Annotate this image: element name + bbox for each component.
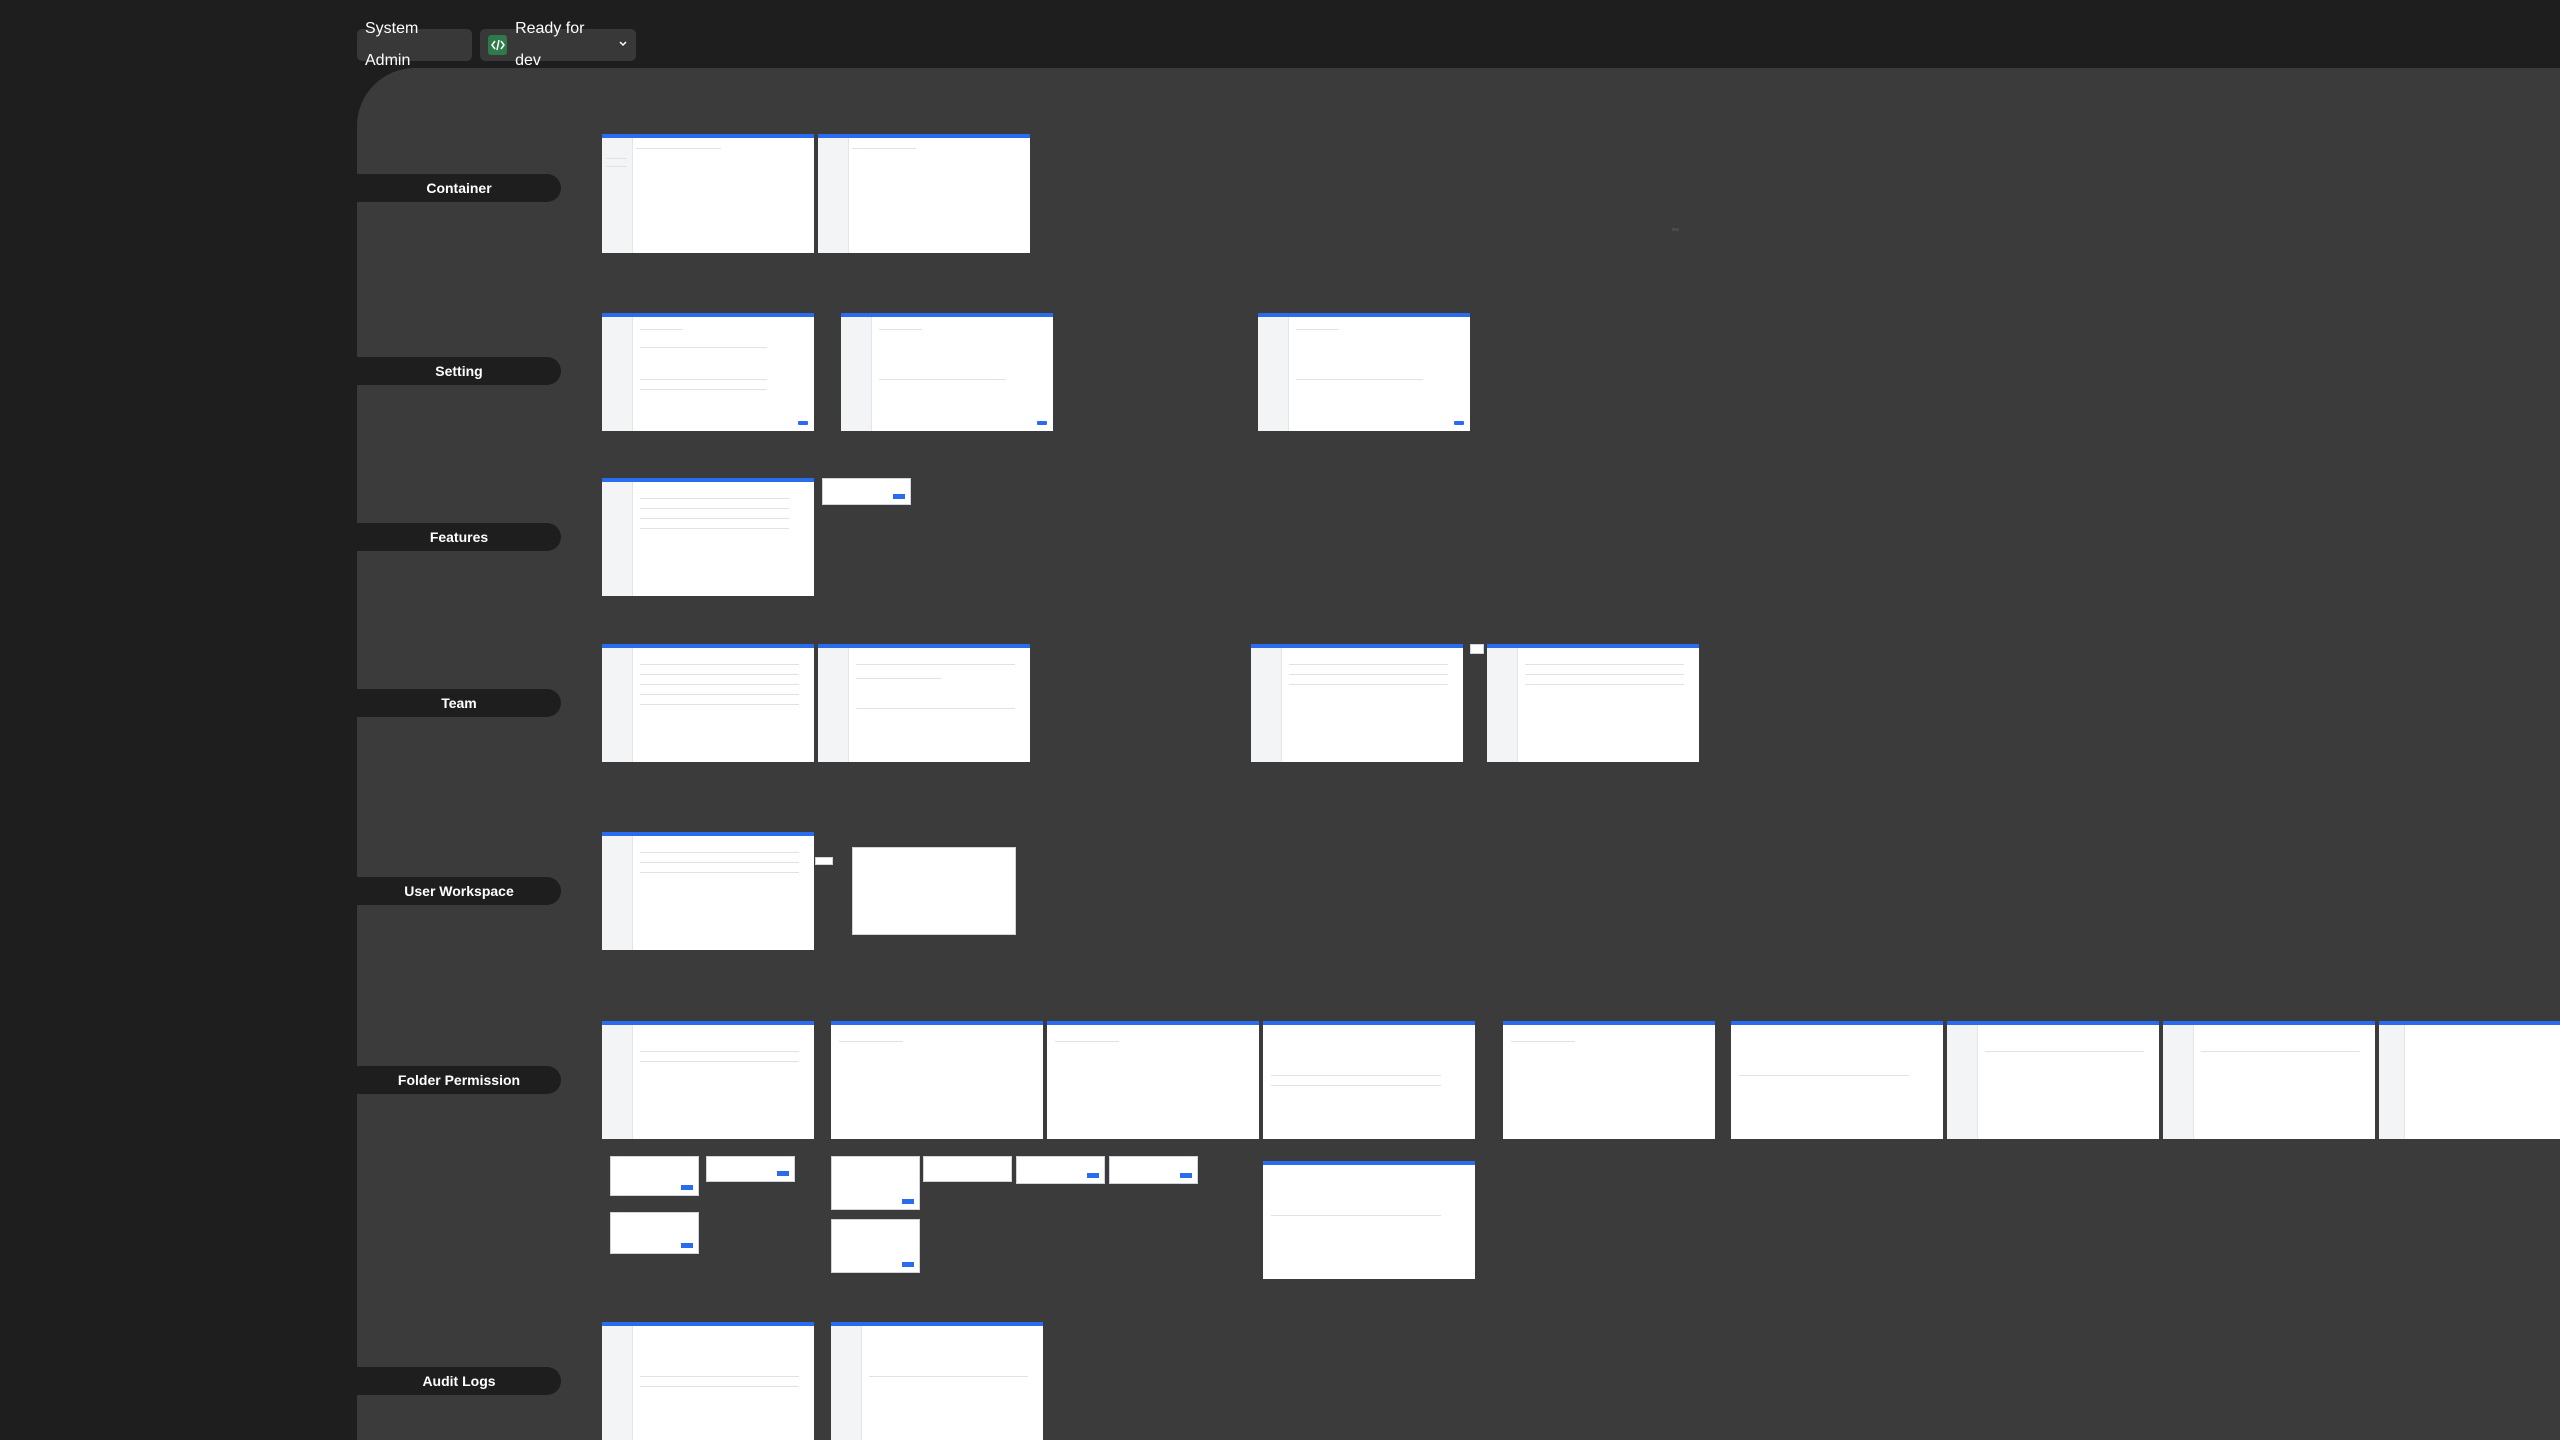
section-label-user-workspace[interactable]: User Workspace	[357, 877, 561, 905]
code-icon	[488, 35, 508, 55]
frame-thumbnail[interactable]	[818, 134, 1030, 253]
frame-thumbnail[interactable]	[602, 832, 814, 950]
frame-thumbnail[interactable]	[818, 644, 1030, 762]
dialog-thumbnail[interactable]	[815, 857, 833, 865]
chevron-down-icon	[618, 29, 628, 61]
frame-thumbnail[interactable]	[1047, 1021, 1259, 1139]
frame-thumbnail[interactable]	[602, 1021, 814, 1139]
dialog-thumbnail[interactable]	[706, 1156, 795, 1182]
frame-thumbnail[interactable]	[2379, 1021, 2560, 1139]
section-label-team[interactable]: Team	[357, 689, 561, 717]
frame-thumbnail[interactable]	[1487, 644, 1699, 762]
frame-thumbnail[interactable]	[831, 1322, 1043, 1440]
frame-thumbnail[interactable]	[831, 1021, 1043, 1139]
frame-thumbnail[interactable]	[602, 1322, 814, 1440]
dialog-thumbnail[interactable]	[831, 1219, 920, 1273]
dialog-thumbnail[interactable]	[1016, 1156, 1105, 1184]
frame-thumbnail[interactable]	[1947, 1021, 2159, 1139]
dialog-thumbnail[interactable]	[852, 847, 1016, 935]
dialog-thumbnail[interactable]	[1109, 1156, 1198, 1184]
frame-thumbnail[interactable]	[602, 478, 814, 596]
dialog-thumbnail[interactable]	[923, 1156, 1012, 1182]
frame-thumbnail[interactable]	[1503, 1021, 1715, 1139]
frame-thumbnail[interactable]	[1258, 313, 1470, 431]
frame-thumbnail[interactable]	[602, 134, 814, 253]
section-label-setting[interactable]: Setting	[357, 357, 561, 385]
frame-thumbnail[interactable]	[1251, 644, 1463, 762]
section-label-audit-logs[interactable]: Audit Logs	[357, 1367, 561, 1395]
top-bar: System Admin Ready for dev	[0, 0, 2560, 69]
canvas-marker	[1672, 228, 1679, 231]
frame-thumbnail[interactable]	[602, 644, 814, 762]
frame-thumbnail[interactable]	[602, 313, 814, 431]
section-label-features[interactable]: Features	[357, 523, 561, 551]
section-label-container[interactable]: Container	[357, 174, 561, 202]
dialog-thumbnail[interactable]	[822, 478, 911, 505]
frame-thumbnail[interactable]	[1263, 1161, 1475, 1279]
dialog-thumbnail[interactable]	[610, 1156, 699, 1196]
dialog-thumbnail[interactable]	[831, 1156, 920, 1210]
dialog-thumbnail[interactable]	[1470, 644, 1484, 654]
frame-thumbnail[interactable]	[2163, 1021, 2375, 1139]
status-dropdown[interactable]: Ready for dev	[480, 20, 636, 69]
role-button[interactable]: System Admin	[357, 20, 472, 69]
frame-thumbnail[interactable]	[1263, 1021, 1475, 1139]
section-label-folder-permission[interactable]: Folder Permission	[357, 1066, 561, 1094]
frame-thumbnail[interactable]	[1731, 1021, 1943, 1139]
frame-thumbnail[interactable]	[841, 313, 1053, 431]
dialog-thumbnail[interactable]	[610, 1212, 699, 1254]
